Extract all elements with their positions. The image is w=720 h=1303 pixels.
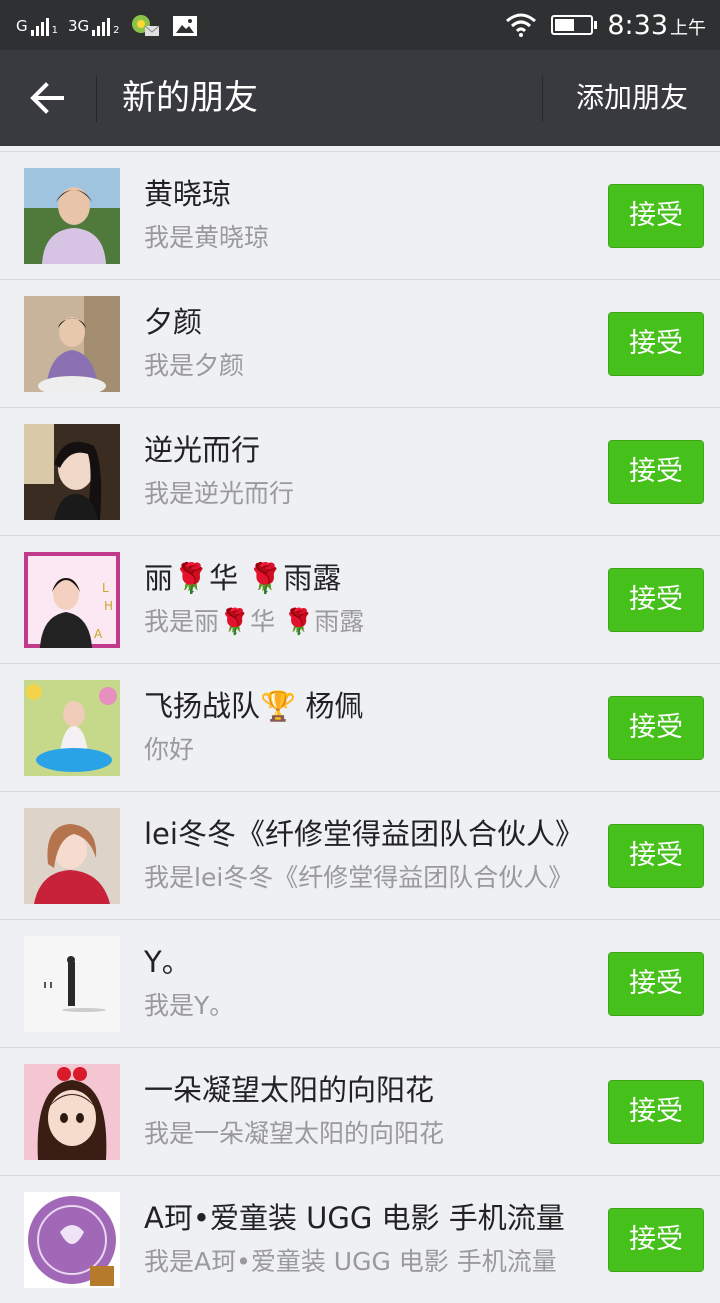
accept-button[interactable]: 接受	[608, 824, 704, 888]
page-title: 新的朋友	[122, 78, 258, 118]
carrier2-label: 3G	[68, 17, 90, 35]
arrow-left-icon	[30, 82, 64, 114]
avatar[interactable]	[24, 1192, 120, 1288]
carrier1-label: G	[16, 17, 28, 35]
svg-text:A: A	[94, 627, 103, 641]
friend-request-row[interactable]: lei冬冬《纤修堂得益团队合伙人》 我是lei冬冬《纤修堂得益团队合伙人》 接受	[0, 791, 720, 919]
accept-button[interactable]: 接受	[608, 696, 704, 760]
accept-button[interactable]: 接受	[608, 1208, 704, 1272]
friend-message: 我是黄晓琼	[144, 223, 270, 252]
friend-name: 丽🌹华 🌹雨露	[144, 561, 342, 595]
friend-request-row[interactable]: Y。 我是Y。 接受	[0, 919, 720, 1047]
signal-bars-icon	[92, 16, 111, 36]
status-bar-left: G 1 3G 2	[16, 12, 200, 40]
friend-request-row[interactable]: A珂•爱童装 UGG 电影 手机流量 我是A珂•爱童装 UGG 电影 手机流量 …	[0, 1175, 720, 1303]
title-divider	[96, 76, 97, 122]
friend-name: 一朵凝望太阳的向阳花	[144, 1073, 435, 1107]
gallery-icon	[170, 14, 200, 38]
accept-button[interactable]: 接受	[608, 568, 704, 632]
back-button[interactable]	[26, 78, 70, 118]
notification-app-icon	[130, 14, 160, 38]
status-bar: G 1 3G 2 8:33 上午	[0, 0, 720, 50]
friend-request-list: 黄晓琼 我是黄晓琼 接受 夕颜 我是夕颜 接受 逆光而行 我是逆光而行 接受 L…	[0, 151, 720, 1303]
avatar[interactable]	[24, 808, 120, 904]
status-bar-right: 8:33 上午	[505, 8, 706, 42]
signal-sim1: G 1	[16, 16, 58, 36]
clock-time: 8:33	[607, 9, 668, 41]
friend-name: 飞扬战队🏆 杨佩	[144, 689, 364, 723]
accept-button[interactable]: 接受	[608, 440, 704, 504]
avatar[interactable]	[24, 680, 120, 776]
friend-name: 黄晓琼	[144, 177, 232, 211]
friend-message: 我是lei冬冬《纤修堂得益团队合伙人》	[144, 863, 574, 892]
friend-message: 我是夕颜	[144, 351, 245, 380]
accept-button[interactable]: 接受	[608, 312, 704, 376]
friend-message: 我是丽🌹华 🌹雨露	[144, 607, 365, 636]
avatar[interactable]: LHA	[24, 552, 120, 648]
add-friend-button[interactable]: 添加朋友	[576, 78, 688, 118]
carrier1-sub: 1	[51, 25, 58, 36]
carrier2-sub: 2	[113, 25, 120, 36]
wifi-icon	[506, 13, 537, 37]
friend-request-row[interactable]: 逆光而行 我是逆光而行 接受	[0, 407, 720, 535]
svg-text:L: L	[102, 581, 109, 595]
friend-request-row[interactable]: 夕颜 我是夕颜 接受	[0, 279, 720, 407]
signal-sim2: 3G 2	[68, 16, 120, 36]
accept-button[interactable]: 接受	[608, 184, 704, 248]
avatar[interactable]	[24, 168, 120, 264]
friend-request-row[interactable]: 一朵凝望太阳的向阳花 我是一朵凝望太阳的向阳花 接受	[0, 1047, 720, 1175]
avatar[interactable]	[24, 1064, 120, 1160]
friend-name: lei冬冬《纤修堂得益团队合伙人》	[144, 817, 584, 851]
friend-message: 你好	[144, 735, 195, 764]
friend-message: 我是一朵凝望太阳的向阳花	[144, 1119, 445, 1148]
friend-name: 逆光而行	[144, 433, 261, 467]
avatar[interactable]	[24, 424, 120, 520]
clock-ampm: 上午	[670, 17, 706, 39]
title-bar: 新的朋友 添加朋友	[0, 50, 720, 146]
battery-icon	[551, 15, 598, 35]
action-divider	[542, 76, 543, 122]
friend-name: 夕颜	[144, 305, 203, 339]
avatar[interactable]	[24, 936, 120, 1032]
friend-name: A珂•爱童装 UGG 电影 手机流量	[144, 1201, 565, 1235]
svg-text:H: H	[104, 599, 113, 613]
accept-button[interactable]: 接受	[608, 952, 704, 1016]
friend-request-row[interactable]: 黄晓琼 我是黄晓琼 接受	[0, 151, 720, 279]
friend-message: 我是Y。	[144, 991, 235, 1020]
friend-message: 我是逆光而行	[144, 479, 295, 508]
friend-message: 我是A珂•爱童装 UGG 电影 手机流量	[144, 1247, 557, 1276]
friend-name: Y。	[144, 945, 191, 979]
signal-bars-icon	[30, 16, 49, 36]
avatar[interactable]	[24, 296, 120, 392]
friend-request-row[interactable]: LHA 丽🌹华 🌹雨露 我是丽🌹华 🌹雨露 接受	[0, 535, 720, 663]
accept-button[interactable]: 接受	[608, 1080, 704, 1144]
friend-request-row[interactable]: 飞扬战队🏆 杨佩 你好 接受	[0, 663, 720, 791]
